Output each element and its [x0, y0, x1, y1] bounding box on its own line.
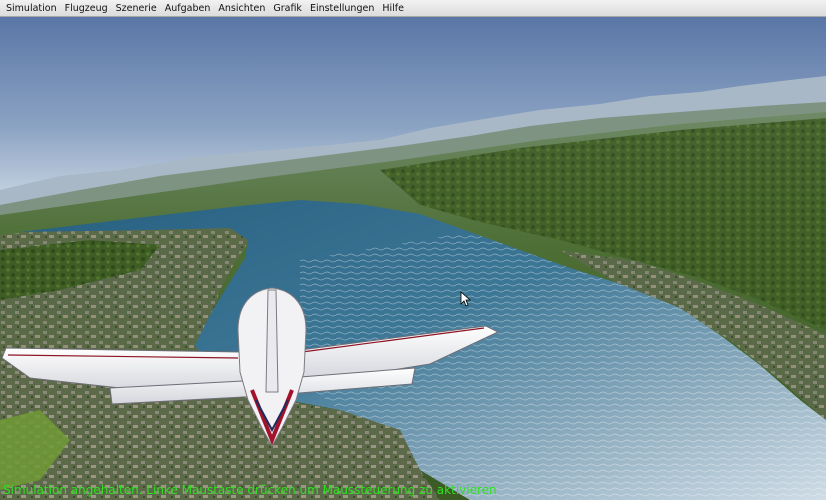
menu-simulation[interactable]: Simulation: [3, 0, 62, 17]
status-message: Simulation angehalten. Linke Maustaste d…: [3, 483, 497, 497]
menu-hilfe[interactable]: Hilfe: [379, 0, 409, 17]
menu-aufgaben[interactable]: Aufgaben: [162, 0, 216, 17]
menu-bar: Simulation Flugzeug Szenerie Aufgaben An…: [0, 0, 826, 17]
menu-szenerie[interactable]: Szenerie: [113, 0, 162, 17]
aircraft-tail: [265, 289, 279, 393]
menu-einstellungen[interactable]: Einstellungen: [307, 0, 379, 17]
flight-simulator-window: Simulation Flugzeug Szenerie Aufgaben An…: [0, 0, 826, 500]
menu-flugzeug[interactable]: Flugzeug: [62, 0, 113, 17]
menu-grafik[interactable]: Grafik: [270, 0, 307, 17]
3d-scene-viewport[interactable]: [0, 17, 826, 500]
menu-ansichten[interactable]: Ansichten: [215, 0, 270, 17]
